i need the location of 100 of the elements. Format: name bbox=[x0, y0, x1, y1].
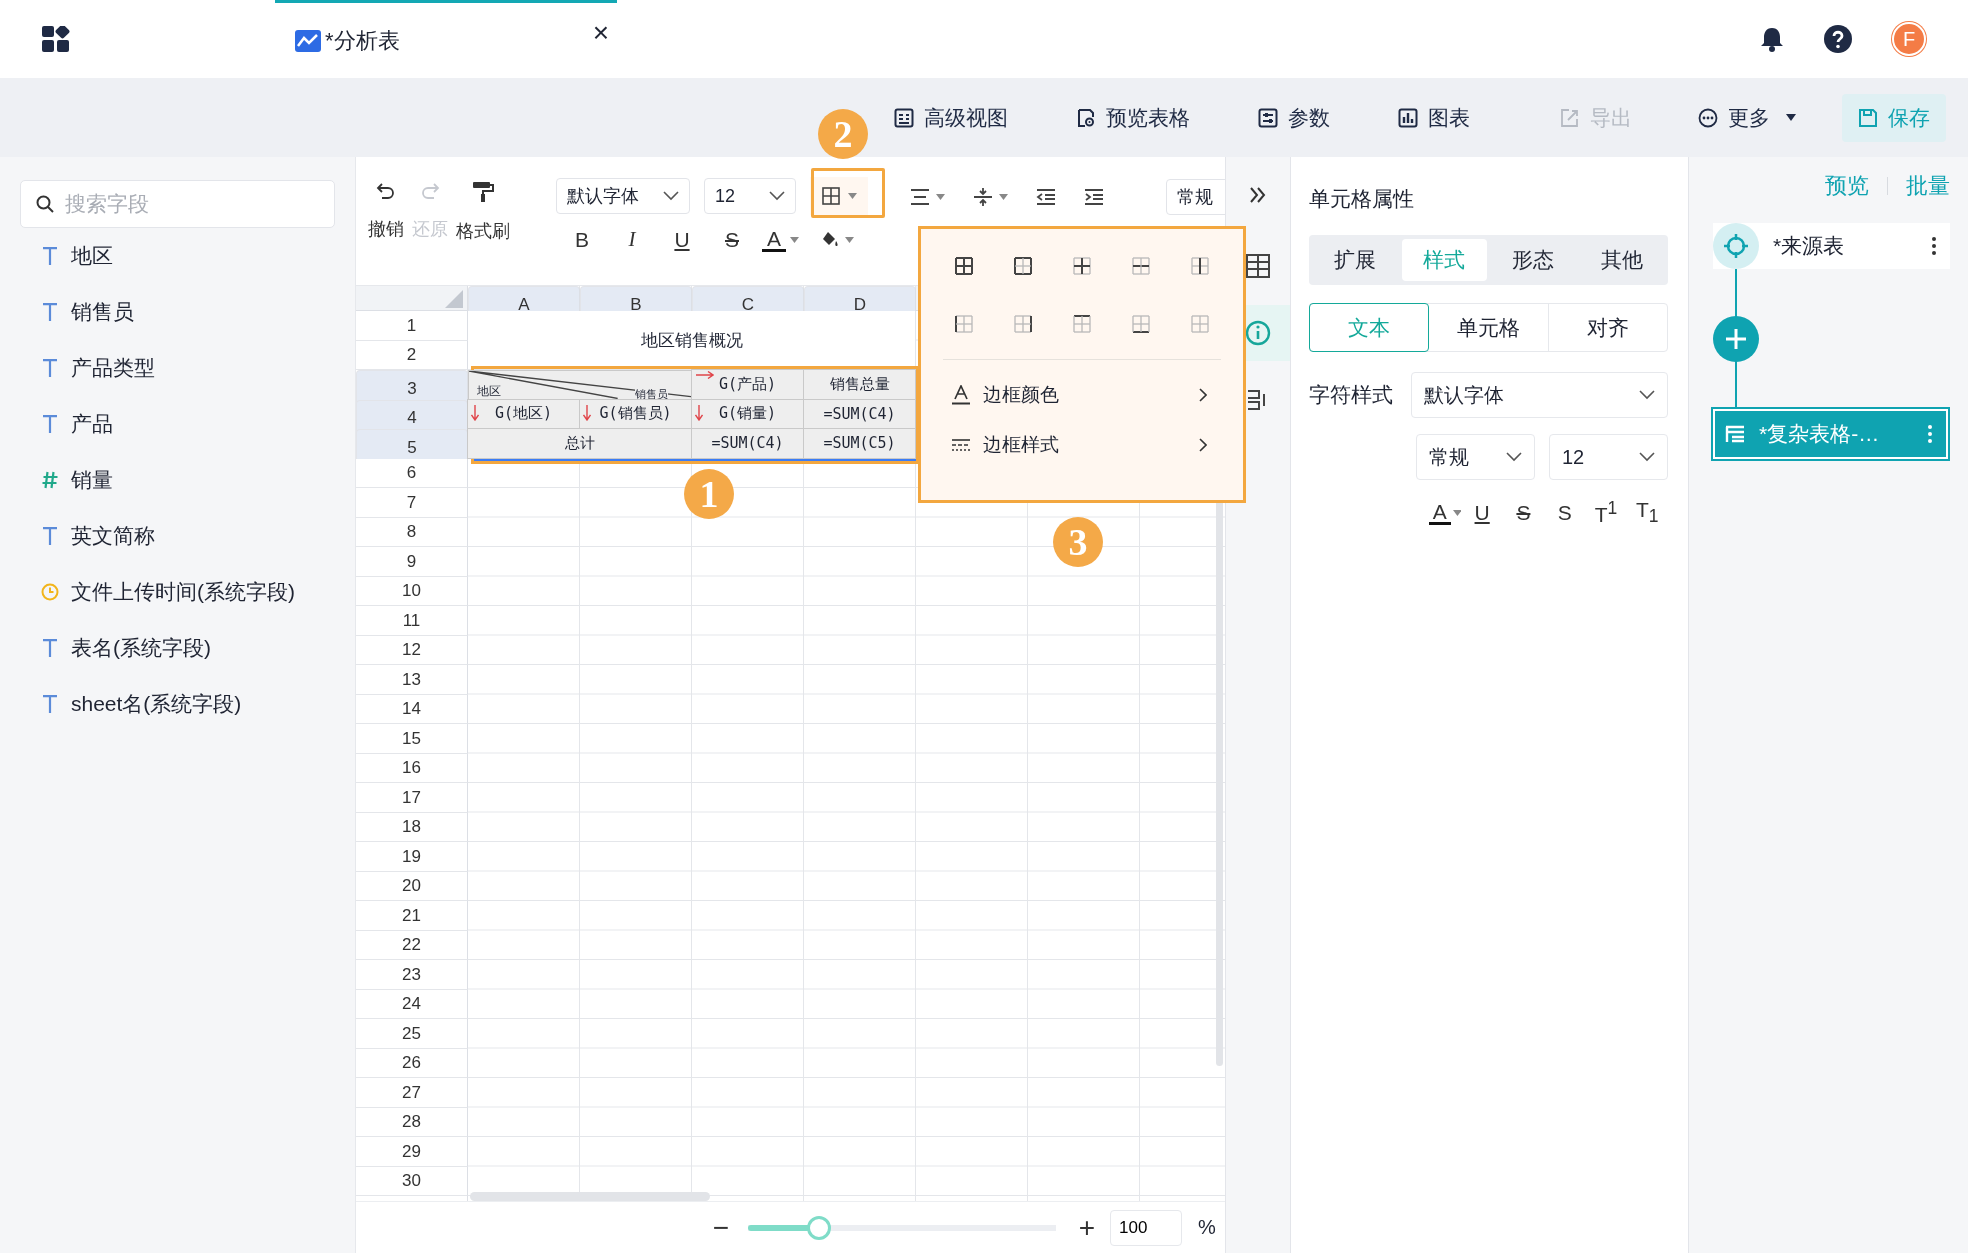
toolbar-button[interactable]: 更多 bbox=[1698, 103, 1796, 132]
bell-icon[interactable] bbox=[1760, 26, 1784, 52]
row-number: 15 bbox=[356, 724, 468, 754]
align-center-icon[interactable] bbox=[910, 188, 930, 206]
format-button[interactable]: I bbox=[612, 227, 652, 252]
field-item[interactable]: 产品类型 bbox=[71, 354, 155, 382]
text-style-button[interactable]: T$_{1}$ bbox=[1626, 498, 1668, 528]
border-preset-icon[interactable] bbox=[1130, 255, 1152, 277]
text-type-icon bbox=[41, 359, 59, 377]
flow-node[interactable]: *来源表 bbox=[1713, 223, 1950, 269]
row-number: 21 bbox=[356, 901, 468, 931]
text-type-icon bbox=[41, 247, 59, 265]
segment-tab[interactable]: 单元格 bbox=[1429, 304, 1549, 351]
panel-title: 单元格属性 bbox=[1309, 186, 1415, 212]
text-style-button[interactable]: S bbox=[1502, 500, 1545, 525]
outdent-icon[interactable] bbox=[1036, 188, 1056, 206]
down-arrow-icon bbox=[695, 404, 703, 421]
zoom-out-button[interactable]: − bbox=[708, 1211, 734, 1244]
row-number: 27 bbox=[356, 1078, 468, 1108]
export-icon bbox=[1560, 107, 1580, 128]
toolbar-button[interactable]: 参数 bbox=[1258, 103, 1330, 132]
row-number: 19 bbox=[356, 842, 468, 872]
vertical-align-icon[interactable] bbox=[973, 187, 993, 207]
text-style-button[interactable]: T$^{1}$ bbox=[1585, 498, 1627, 528]
zoom-in-button[interactable]: + bbox=[1074, 1211, 1100, 1244]
fill-bucket-icon[interactable] bbox=[821, 230, 841, 249]
cell-text: 地区 bbox=[477, 385, 501, 399]
apps-icon[interactable] bbox=[42, 26, 70, 52]
segment-tab[interactable]: 对齐 bbox=[1548, 304, 1667, 351]
kebab-menu-icon[interactable] bbox=[1932, 237, 1936, 255]
close-button[interactable]: × bbox=[592, 19, 609, 47]
percent-label: % bbox=[1198, 1216, 1216, 1239]
tab[interactable]: 其他 bbox=[1579, 239, 1664, 281]
redo-icon bbox=[420, 181, 440, 201]
row-number: 1 bbox=[356, 311, 468, 341]
indent-icon[interactable] bbox=[1084, 188, 1104, 206]
border-preset-icon[interactable] bbox=[1130, 313, 1152, 335]
text-style-button[interactable]: S bbox=[1544, 500, 1586, 525]
text-type-icon bbox=[41, 415, 59, 433]
grid-icon bbox=[821, 187, 840, 205]
add-node-button[interactable] bbox=[1713, 316, 1759, 362]
format-button[interactable]: S bbox=[712, 227, 752, 252]
undo-icon bbox=[376, 181, 396, 201]
field-item[interactable]: 销售员 bbox=[71, 298, 134, 326]
text-style-button[interactable]: U bbox=[1461, 500, 1503, 525]
size-select[interactable]: 12 bbox=[704, 178, 796, 214]
field-item[interactable]: 产品 bbox=[71, 410, 113, 438]
row-number: 7 bbox=[356, 488, 468, 518]
border-preset-icon[interactable] bbox=[953, 313, 975, 335]
text-color-button[interactable]: A bbox=[762, 227, 786, 252]
menu-item[interactable]: 边框颜色 bbox=[943, 370, 1221, 420]
field-item[interactable]: 地区 bbox=[71, 242, 113, 270]
tab[interactable]: 形态 bbox=[1490, 239, 1576, 281]
border-preset-icon[interactable] bbox=[1012, 313, 1034, 335]
format-button[interactable]: B bbox=[562, 227, 602, 252]
caret-icon bbox=[847, 193, 857, 199]
field-item[interactable]: 英文简称 bbox=[71, 522, 155, 550]
table-cell: =SUM(C5) bbox=[803, 428, 916, 459]
row-number: 23 bbox=[356, 960, 468, 990]
row-number: 25 bbox=[356, 1019, 468, 1049]
slider-thumb[interactable] bbox=[806, 1215, 831, 1240]
toolbar-button[interactable]: 预览表格 bbox=[1076, 103, 1190, 132]
row-number: 17 bbox=[356, 783, 468, 813]
border-button[interactable] bbox=[810, 177, 868, 215]
weight-select[interactable]: 常规 bbox=[1416, 434, 1535, 480]
line-style-icon bbox=[951, 438, 971, 452]
field-item[interactable]: 表名(系统字段) bbox=[71, 634, 211, 662]
table-icon[interactable] bbox=[1245, 253, 1271, 279]
size-select[interactable]: 12 bbox=[1549, 434, 1668, 480]
help-icon[interactable] bbox=[1824, 25, 1852, 53]
text-style-button[interactable]: A bbox=[1429, 500, 1451, 525]
chevron-down-icon bbox=[1639, 452, 1655, 462]
border-preset-icon[interactable] bbox=[953, 255, 975, 277]
format-button[interactable]: U bbox=[662, 227, 702, 252]
border-preset-icon[interactable] bbox=[1189, 255, 1211, 277]
menu-item[interactable]: 边框样式 bbox=[943, 420, 1221, 470]
field-item[interactable]: 销量 bbox=[71, 466, 113, 494]
info-icon[interactable] bbox=[1245, 320, 1271, 346]
row-number: 13 bbox=[356, 665, 468, 695]
bar-chart-icon bbox=[1398, 107, 1418, 128]
text-type-icon bbox=[41, 303, 59, 321]
border-preset-icon[interactable] bbox=[1071, 255, 1093, 277]
tab[interactable]: 扩展 bbox=[1313, 239, 1398, 281]
border-preset-icon[interactable] bbox=[1071, 313, 1093, 335]
border-preset-icon[interactable] bbox=[1012, 255, 1034, 277]
down-arrow-icon bbox=[583, 404, 591, 421]
field-item[interactable]: 文件上传时间(系统字段) bbox=[71, 578, 295, 606]
field-item[interactable]: sheet名(系统字段) bbox=[71, 690, 242, 718]
toolbar-button[interactable]: 高级视图 bbox=[894, 103, 1008, 132]
search-icon bbox=[36, 195, 54, 213]
font-select[interactable]: 默认字体 bbox=[556, 178, 690, 214]
row-number: 29 bbox=[356, 1137, 468, 1167]
double-chevron-icon[interactable] bbox=[1249, 187, 1267, 203]
search-field[interactable]: 搜索字段 bbox=[20, 180, 335, 228]
font-select[interactable]: 默认字体 bbox=[1411, 372, 1668, 418]
undo-button[interactable]: 撤销 bbox=[368, 181, 404, 243]
toolbar-button[interactable]: 图表 bbox=[1398, 103, 1470, 132]
clock-icon bbox=[41, 583, 59, 601]
brush-button[interactable]: 格式刷 bbox=[456, 181, 510, 243]
zoom-input[interactable]: 100 bbox=[1110, 1209, 1182, 1246]
